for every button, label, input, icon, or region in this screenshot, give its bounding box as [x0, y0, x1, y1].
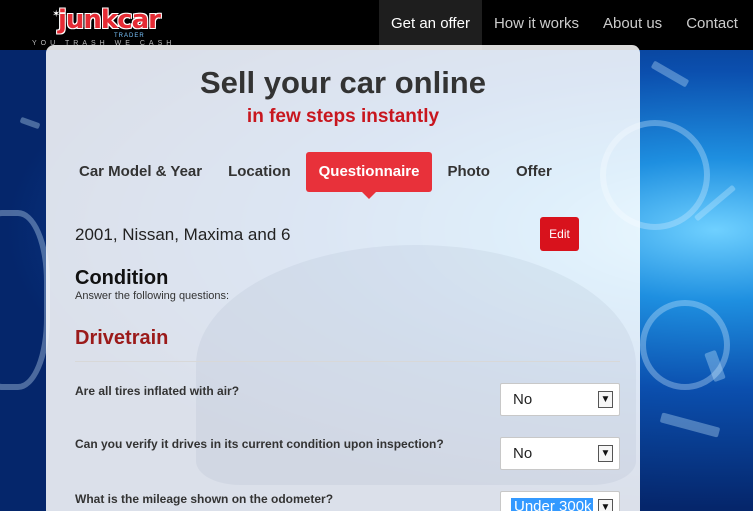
tab-photo[interactable]: Photo [434, 152, 503, 192]
page-subtitle: in few steps instantly [246, 106, 440, 127]
condition-subheading: Answer the following questions: [75, 290, 230, 302]
nav-contact[interactable]: Contact [674, 0, 750, 50]
chevron-down-icon[interactable]: ▼ [598, 499, 613, 511]
chevron-down-icon[interactable]: ▼ [598, 445, 613, 462]
logo-subtext: TRADER [114, 33, 145, 39]
junkcar-logo[interactable]: ✶ junkcar TRADER YOU TRASH WE CASH [30, 3, 190, 47]
drives-condition-value: No [513, 445, 533, 462]
car-summary-text: 2001, Nissan, Maxima and 6 [75, 225, 291, 244]
main-nav: Get an offer How it works About us Conta… [379, 0, 750, 50]
tires-inflated-select[interactable]: No ▼ [500, 383, 620, 416]
logo-wordmark: junkcar [58, 5, 161, 35]
tab-offer[interactable]: Offer [503, 152, 565, 192]
edit-button[interactable]: Edit [540, 217, 579, 251]
nav-how-it-works[interactable]: How it works [482, 0, 591, 50]
offer-form-panel: Sell your car online in few steps instan… [46, 45, 640, 511]
tires-inflated-value: No [513, 391, 533, 408]
nav-about-us[interactable]: About us [591, 0, 674, 50]
step-tabs: Car Model & Year Location Questionnaire … [66, 152, 565, 199]
odometer-mileage-value: Under 300k [511, 498, 593, 511]
tab-car-model-year[interactable]: Car Model & Year [66, 152, 215, 192]
odometer-mileage-select[interactable]: Under 300k ▼ [500, 491, 620, 511]
drivetrain-heading: Drivetrain [75, 327, 169, 349]
nav-get-an-offer[interactable]: Get an offer [379, 0, 482, 50]
drives-condition-select[interactable]: No ▼ [500, 437, 620, 470]
question-odometer-mileage: What is the mileage shown on the odomete… [75, 492, 334, 506]
tab-questionnaire[interactable]: Questionnaire [305, 152, 433, 199]
question-tires-inflated: Are all tires inflated with air? [75, 384, 240, 398]
page-title: Sell your car online [200, 65, 486, 100]
chevron-down-icon[interactable]: ▼ [598, 391, 613, 408]
section-divider [75, 361, 620, 362]
top-navigation-bar: ✶ junkcar TRADER YOU TRASH WE CASH Get a… [0, 0, 753, 50]
tab-location[interactable]: Location [215, 152, 304, 192]
question-drives-condition: Can you verify it drives in its current … [75, 437, 444, 451]
condition-heading: Condition [75, 267, 169, 289]
